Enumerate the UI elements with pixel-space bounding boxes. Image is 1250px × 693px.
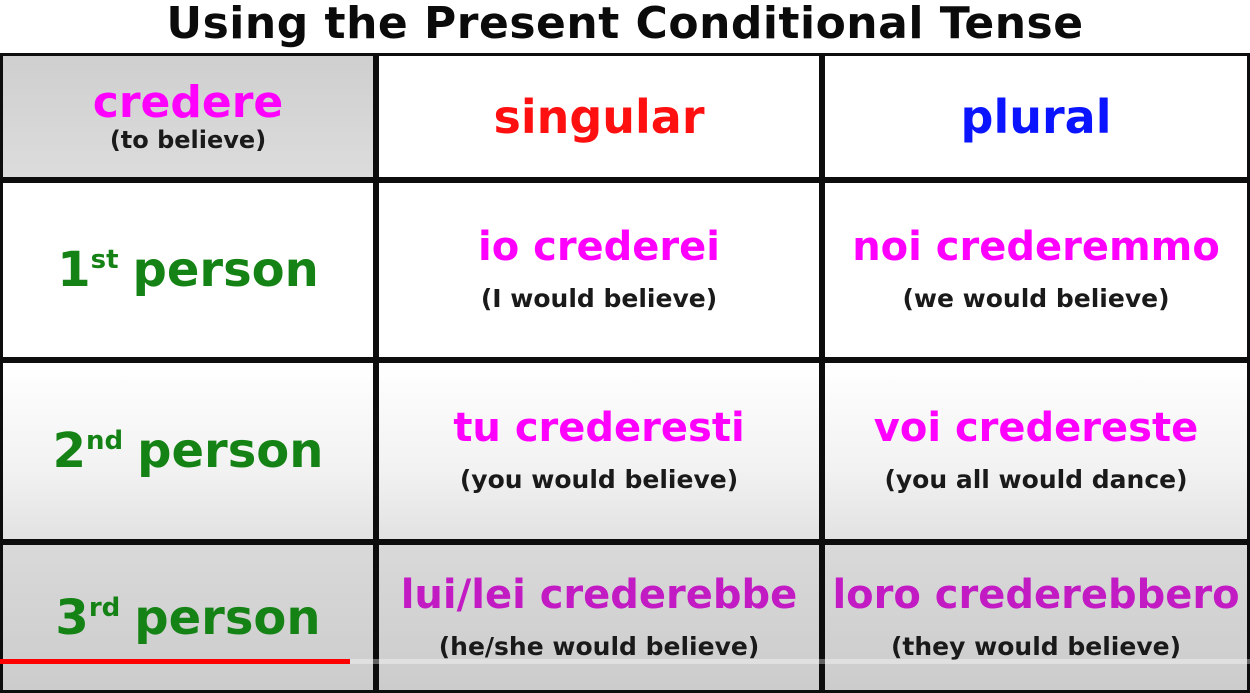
person-label: 2nd person [53,423,324,479]
person-number: 3 [55,589,89,646]
conjugation-cell: voi credereste (you all would dance) [822,360,1250,542]
person-word: person [134,589,321,646]
conjugated-form: loro crederebbero [832,571,1240,618]
person-number: 2 [52,423,86,479]
conjugation-cell: noi crederemmo (we would believe) [822,180,1250,360]
video-progress-bar[interactable] [0,659,1250,664]
person-number: 1 [57,242,91,298]
translation: (I would believe) [480,284,718,313]
verb-header-cell: credere (to believe) [0,53,376,180]
verb-translation: (to believe) [109,125,267,154]
person-word: person [137,423,324,479]
person-label-cell: 1st person [0,180,376,360]
plural-heading: plural [960,89,1112,144]
person-label-cell: 3rd person [0,542,376,693]
conjugated-form: noi crederemmo [852,224,1220,270]
plural-header-cell: plural [822,53,1250,180]
conjugation-table: credere (to believe) singular plural 1st… [0,53,1250,693]
conjugation-cell: tu crederesti (you would believe) [376,360,822,542]
verb-infinitive: credere [92,76,284,128]
video-progress-fill [0,659,350,664]
page-title: Using the Present Conditional Tense [166,0,1084,49]
person-label: 3rd person [55,590,320,646]
conjugated-form: tu crederesti [453,405,745,451]
conjugated-form: io crederei [477,224,720,270]
conjugation-cell: io crederei (I would believe) [376,180,822,360]
conjugation-cell: loro crederebbero (they would believe) [822,542,1250,693]
person-ordinal-suffix: rd [88,592,121,623]
person-label: 1st person [57,242,319,298]
person-label-cell: 2nd person [0,360,376,542]
conjugated-form: lui/lei crederebbe [400,571,798,618]
conjugated-form: voi credereste [873,405,1199,451]
singular-heading: singular [493,89,705,144]
person-ordinal-suffix: st [90,245,119,275]
person-word: person [132,242,319,298]
translation: (you would believe) [459,465,739,494]
conjugation-cell: lui/lei crederebbe (he/she would believe… [376,542,822,693]
singular-header-cell: singular [376,53,822,180]
translation: (you all would dance) [884,465,1188,494]
person-ordinal-suffix: nd [85,426,124,456]
translation: (we would believe) [902,284,1170,313]
